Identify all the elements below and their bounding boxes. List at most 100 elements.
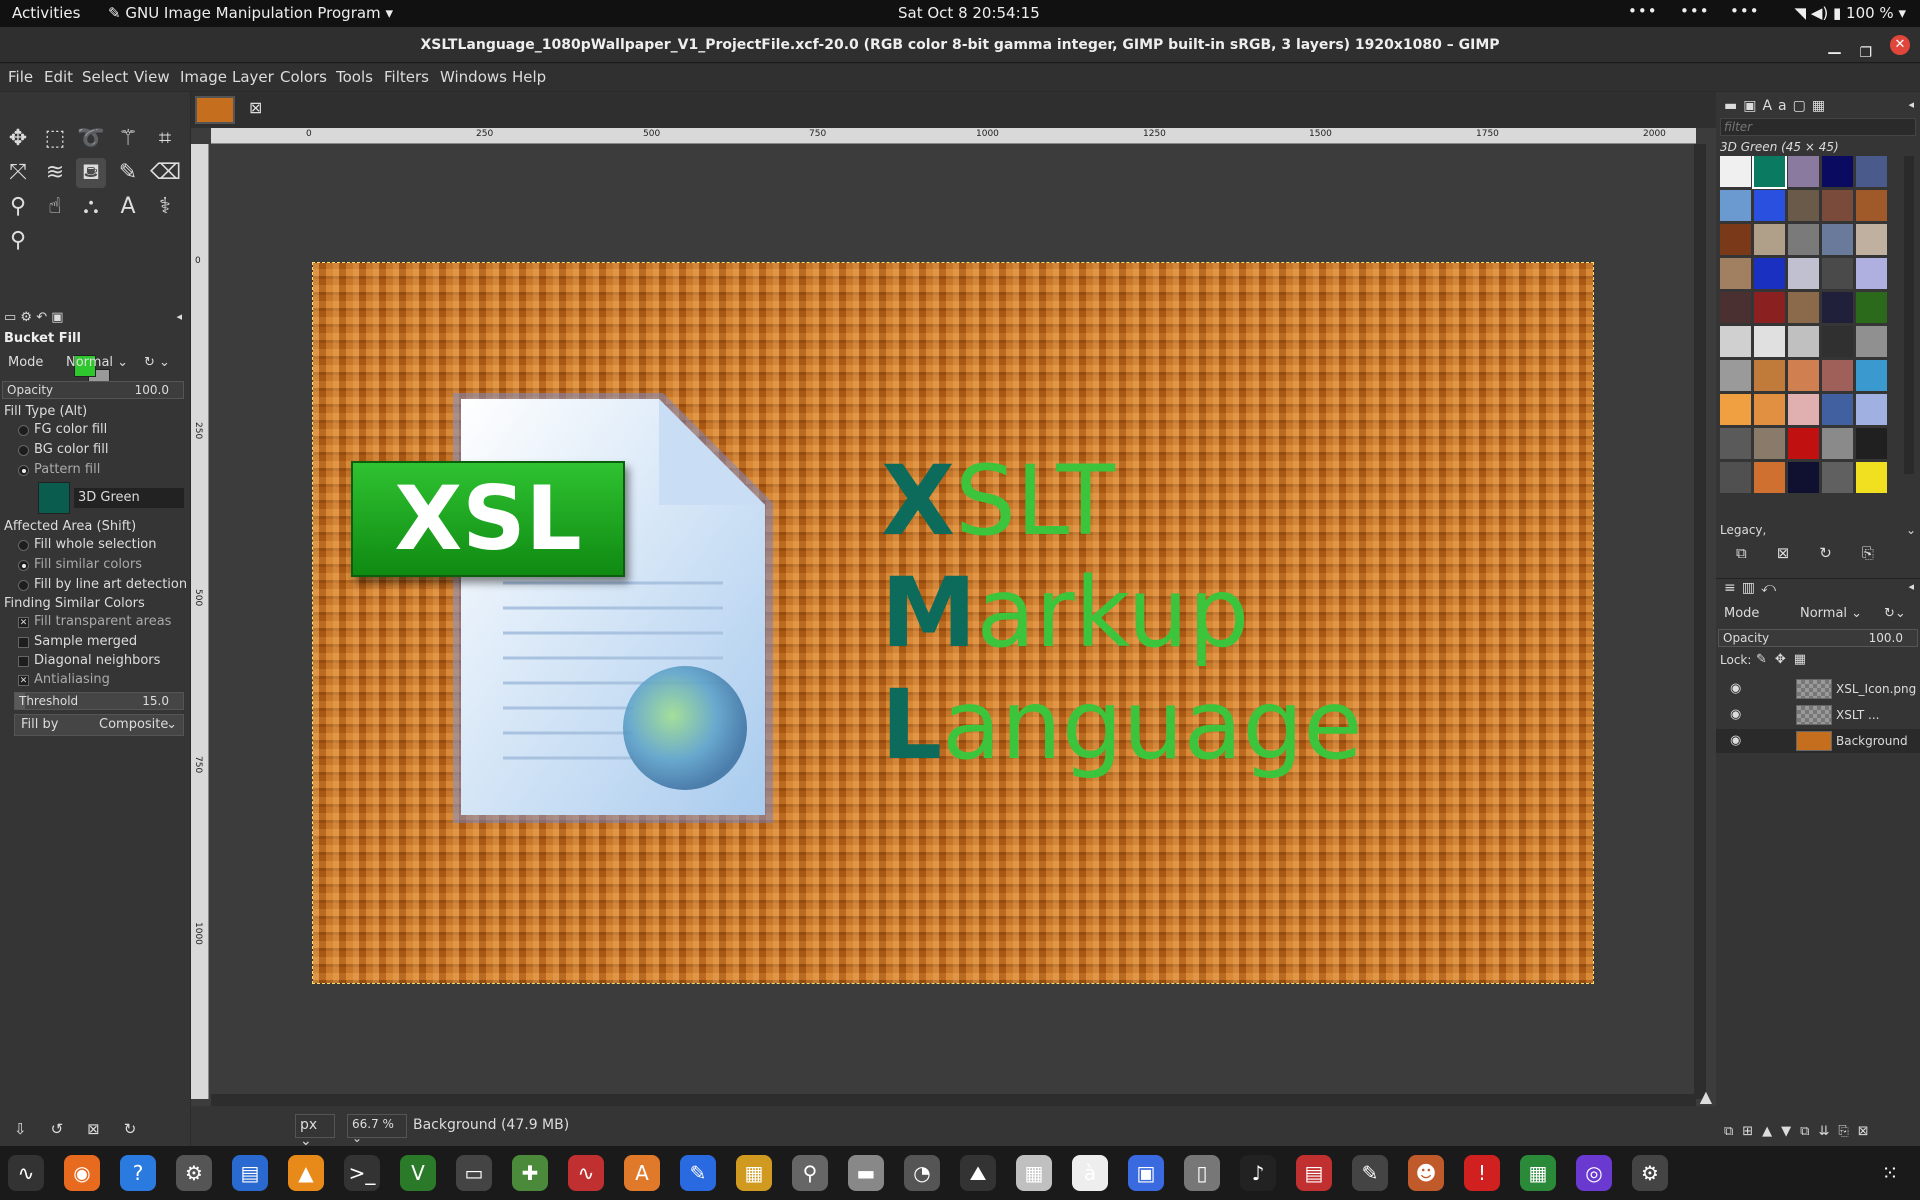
- menu-filters[interactable]: Filters: [384, 68, 429, 86]
- writer-icon[interactable]: ▤: [232, 1155, 268, 1191]
- pattern-swatch[interactable]: [1822, 292, 1853, 323]
- pattern-fill-radio[interactable]: [18, 465, 29, 476]
- move-tool-icon[interactable]: ✥: [3, 124, 33, 154]
- pattern-swatch[interactable]: [1788, 190, 1819, 221]
- panel-menu-icon[interactable]: ◂: [1908, 580, 1914, 593]
- pattern-swatch[interactable]: [1754, 292, 1785, 323]
- pattern-swatch[interactable]: [1822, 190, 1853, 221]
- lasso-tool-icon[interactable]: ➰: [76, 124, 106, 154]
- opacity-slider[interactable]: Opacity 100.0: [2, 381, 184, 399]
- pattern-swatch[interactable]: [1856, 258, 1887, 289]
- vim-icon[interactable]: V: [400, 1155, 436, 1191]
- fuzzy-select-tool-icon[interactable]: ⚚: [113, 124, 143, 154]
- pattern-swatch[interactable]: [1720, 292, 1751, 323]
- search-icon[interactable]: ⚲: [792, 1155, 828, 1191]
- pattern-swatch[interactable]: [1720, 190, 1751, 221]
- pattern-swatch[interactable]: [1822, 326, 1853, 357]
- clock[interactable]: Sat Oct 8 20:54:15: [898, 4, 1040, 22]
- lock-buttons[interactable]: ✎✥▦: [1756, 652, 1814, 667]
- menu-select[interactable]: Select: [82, 68, 128, 86]
- menu-view[interactable]: View: [134, 68, 170, 86]
- pattern-swatch[interactable]: [1788, 292, 1819, 323]
- fill-whole-selection-radio[interactable]: [18, 540, 29, 551]
- fill-transparent-checkbox[interactable]: ✕: [18, 617, 29, 628]
- image-canvas[interactable]: XSL XSLT Markup Language: [312, 262, 1594, 984]
- game-icon[interactable]: ☻: [1408, 1155, 1444, 1191]
- diagonal-neighbors-checkbox[interactable]: [18, 656, 29, 667]
- eye-icon[interactable]: ◉: [1730, 707, 1741, 722]
- gimp-active-icon[interactable]: ✎: [1352, 1155, 1388, 1191]
- pattern-swatch[interactable]: [1720, 360, 1751, 391]
- text-tool-icon[interactable]: A: [113, 192, 143, 222]
- archive-icon[interactable]: ▯: [1184, 1155, 1220, 1191]
- pattern-swatch[interactable]: [1720, 258, 1751, 289]
- terminal-icon[interactable]: >_: [344, 1155, 380, 1191]
- activities-button[interactable]: Activities: [12, 4, 80, 22]
- image-tab-thumbnail[interactable]: [195, 96, 235, 124]
- pdf-icon[interactable]: ▤: [1296, 1155, 1332, 1191]
- navigate-icon[interactable]: ▲: [1700, 1087, 1712, 1106]
- layer-row-selected[interactable]: ◉ Background: [1716, 729, 1920, 753]
- layers-mode-dropdown[interactable]: Normal ⌄: [1800, 606, 1862, 621]
- pattern-swatch[interactable]: [1788, 156, 1819, 187]
- vertical-scrollbar[interactable]: [1694, 144, 1706, 1099]
- fg-fill-radio[interactable]: [18, 425, 29, 436]
- pattern-swatch[interactable]: [1788, 428, 1819, 459]
- pattern-swatch[interactable]: [1754, 258, 1785, 289]
- layers-opacity-slider[interactable]: Opacity 100.0: [1718, 629, 1918, 647]
- characters-icon[interactable]: à: [1072, 1155, 1108, 1191]
- vlc-icon[interactable]: ▲: [288, 1155, 324, 1191]
- pattern-swatch[interactable]: [1822, 394, 1853, 425]
- alert-icon[interactable]: !: [1464, 1155, 1500, 1191]
- eye-icon[interactable]: ◉: [1730, 733, 1741, 748]
- software-icon[interactable]: A: [624, 1155, 660, 1191]
- paths-tool-icon[interactable]: ⛬: [76, 192, 106, 222]
- menu-colors[interactable]: Colors: [280, 68, 327, 86]
- menu-tools[interactable]: Tools: [336, 68, 373, 86]
- help-icon[interactable]: ?: [120, 1155, 156, 1191]
- pattern-swatch[interactable]: [1788, 462, 1819, 493]
- system-monitor-icon[interactable]: ∿: [8, 1155, 44, 1191]
- pattern-swatch[interactable]: [1720, 428, 1751, 459]
- tool-options-footer[interactable]: ⇩↺⊠↻: [14, 1120, 160, 1138]
- pattern-swatch[interactable]: [1822, 462, 1853, 493]
- fill-line-art-radio[interactable]: [18, 580, 29, 591]
- reset-mode-icon[interactable]: ↻ ⌄: [144, 355, 170, 370]
- pattern-swatch[interactable]: [1788, 360, 1819, 391]
- music-icon[interactable]: ♪: [1240, 1155, 1276, 1191]
- gimp-icon[interactable]: ✚: [512, 1155, 548, 1191]
- horizontal-scrollbar[interactable]: [211, 1094, 1696, 1106]
- color-picker-tool-icon[interactable]: ⚕: [150, 192, 180, 222]
- threshold-slider[interactable]: Threshold 15.0: [14, 692, 184, 710]
- pattern-swatch[interactable]: [1856, 394, 1887, 425]
- layer-row[interactable]: ◉ XSL_Icon.png: [1716, 677, 1920, 701]
- pattern-grid[interactable]: [1720, 156, 1892, 512]
- pattern-swatch[interactable]: [1856, 292, 1887, 323]
- pattern-swatch[interactable]: [1856, 224, 1887, 255]
- pattern-swatch[interactable]: [1822, 428, 1853, 459]
- layer-row[interactable]: ◉ XSLT ...: [1716, 703, 1920, 727]
- pattern-swatch[interactable]: [1788, 326, 1819, 357]
- eraser-tool-icon[interactable]: ⌫: [150, 158, 181, 188]
- pattern-actions[interactable]: ⧉⊠↻⎘: [1736, 544, 1904, 562]
- pattern-swatch[interactable]: [1822, 224, 1853, 255]
- clone-tool-icon[interactable]: ⚲: [3, 192, 33, 222]
- firefox-icon[interactable]: ◉: [64, 1155, 100, 1191]
- menu-windows[interactable]: Windows: [440, 68, 507, 86]
- pattern-swatch[interactable]: [38, 482, 70, 514]
- pattern-swatch[interactable]: [1822, 360, 1853, 391]
- paintbrush-tool-icon[interactable]: ✎: [113, 158, 143, 188]
- pattern-swatch[interactable]: [1856, 428, 1887, 459]
- calculator-icon[interactable]: ▦: [736, 1155, 772, 1191]
- pattern-swatch[interactable]: [1720, 394, 1751, 425]
- screenshot-icon[interactable]: ▣: [1128, 1155, 1164, 1191]
- menu-file[interactable]: File: [8, 68, 33, 86]
- pattern-swatch[interactable]: [1754, 224, 1785, 255]
- bucket-fill-tool-icon[interactable]: ⛾: [76, 158, 106, 188]
- smudge-tool-icon[interactable]: ☝: [40, 192, 70, 222]
- pattern-swatch[interactable]: [1752, 156, 1787, 189]
- pattern-swatch[interactable]: [1856, 190, 1887, 221]
- pattern-swatch[interactable]: [1788, 258, 1819, 289]
- pattern-swatch[interactable]: [1856, 462, 1887, 493]
- disk-icon[interactable]: ◔: [904, 1155, 940, 1191]
